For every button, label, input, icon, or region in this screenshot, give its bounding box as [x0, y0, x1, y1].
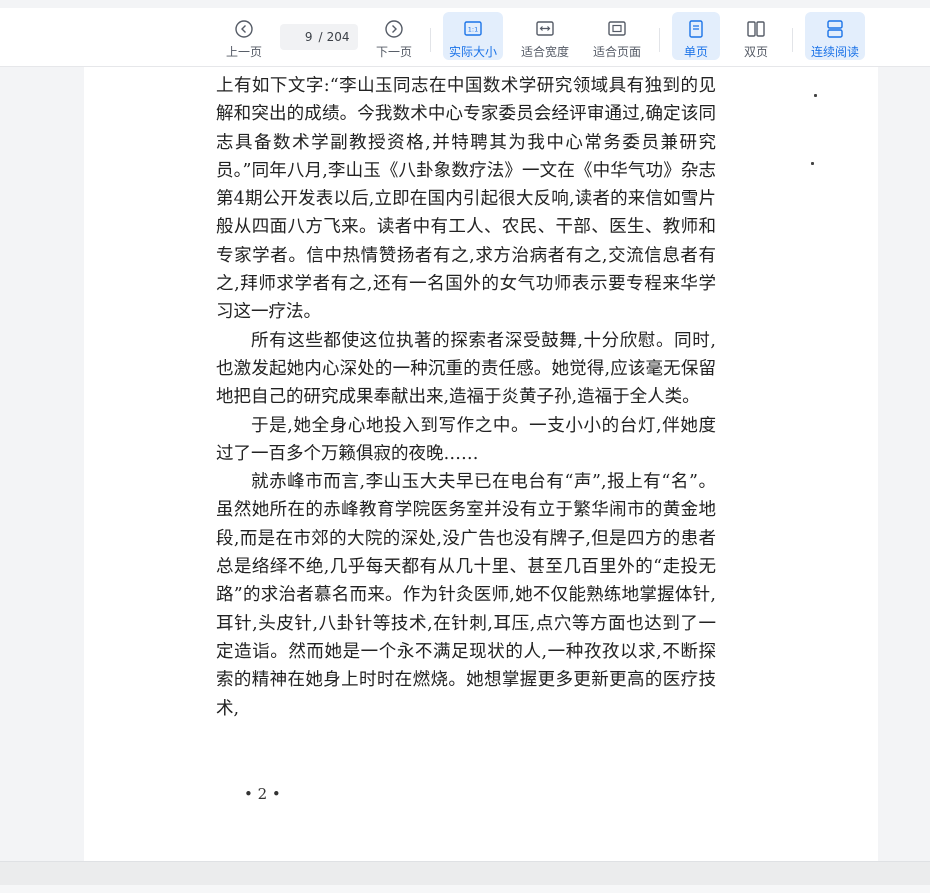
continuous-reading-button[interactable]: 连续阅读 — [805, 12, 865, 60]
scan-speck — [811, 162, 814, 165]
toolbar-divider — [430, 28, 431, 52]
window-top-strip — [0, 0, 930, 8]
single-page-icon — [686, 17, 706, 41]
toolbar-divider — [659, 28, 660, 52]
fit-page-button[interactable]: 适合页面 — [586, 12, 648, 60]
svg-text:1:1: 1:1 — [468, 26, 478, 34]
paragraph: 所有这些都使这位执著的探索者深受鼓舞,十分欣慰。同时,也激发起她内心深处的一种沉… — [216, 330, 716, 408]
fit-width-button[interactable]: 适合宽度 — [514, 12, 576, 60]
prev-page-button[interactable]: 上一页 — [218, 12, 270, 60]
total-pages: 204 — [326, 30, 350, 44]
window-bottom-strip — [0, 885, 930, 893]
chevron-right-circle-icon — [384, 17, 404, 41]
prev-page-label: 上一页 — [225, 45, 262, 59]
page-indicator: / 204 — [280, 24, 358, 50]
fit-width-label: 适合宽度 — [520, 45, 569, 59]
fit-width-icon — [535, 17, 555, 41]
double-page-button[interactable]: 双页 — [732, 12, 780, 60]
single-page-label: 单页 — [683, 45, 708, 59]
page-separator: / — [318, 30, 323, 44]
single-page-button[interactable]: 单页 — [672, 12, 720, 60]
paragraph: 上有如下文字:“李山玉同志在中国数术学研究领域具有独到的见解和突出的成绩。今我数… — [216, 76, 716, 323]
document-page: 上有如下文字:“李山玉同志在中国数术学研究领域具有独到的见解和突出的成绩。今我数… — [84, 67, 878, 861]
next-page-button[interactable]: 下一页 — [368, 12, 420, 60]
next-page-label: 下一页 — [375, 45, 412, 59]
reader-toolbar: 上一页 / 204 下一页 1:1 实际大小 适合宽度 适合页面 — [0, 8, 930, 67]
paragraph: 就赤峰市而言,李山玉大夫早已在电台有“声”,报上有“名”。虽然她所在的赤峰教育学… — [216, 472, 716, 719]
paragraph: 于是,她全身心地投入到写作之中。一支小小的台灯,伴她度过了一百多个万籁俱寂的夜晚… — [216, 415, 716, 464]
status-bar — [0, 861, 930, 886]
page-text: 上有如下文字:“李山玉同志在中国数术学研究领域具有独到的见解和突出的成绩。今我数… — [216, 72, 716, 723]
actual-size-button[interactable]: 1:1 实际大小 — [443, 12, 503, 60]
current-page-input[interactable] — [288, 30, 313, 44]
page-number: • 2 • — [244, 785, 281, 803]
double-page-icon — [746, 17, 766, 41]
fit-page-label: 适合页面 — [592, 45, 641, 59]
continuous-reading-label: 连续阅读 — [810, 45, 859, 59]
fit-page-icon — [607, 17, 627, 41]
scan-speck — [814, 94, 817, 97]
toolbar-divider — [792, 28, 793, 52]
continuous-scroll-icon — [825, 17, 845, 41]
chevron-left-circle-icon — [234, 17, 254, 41]
actual-size-icon: 1:1 — [463, 17, 483, 41]
double-page-label: 双页 — [743, 45, 768, 59]
actual-size-label: 实际大小 — [448, 45, 497, 59]
